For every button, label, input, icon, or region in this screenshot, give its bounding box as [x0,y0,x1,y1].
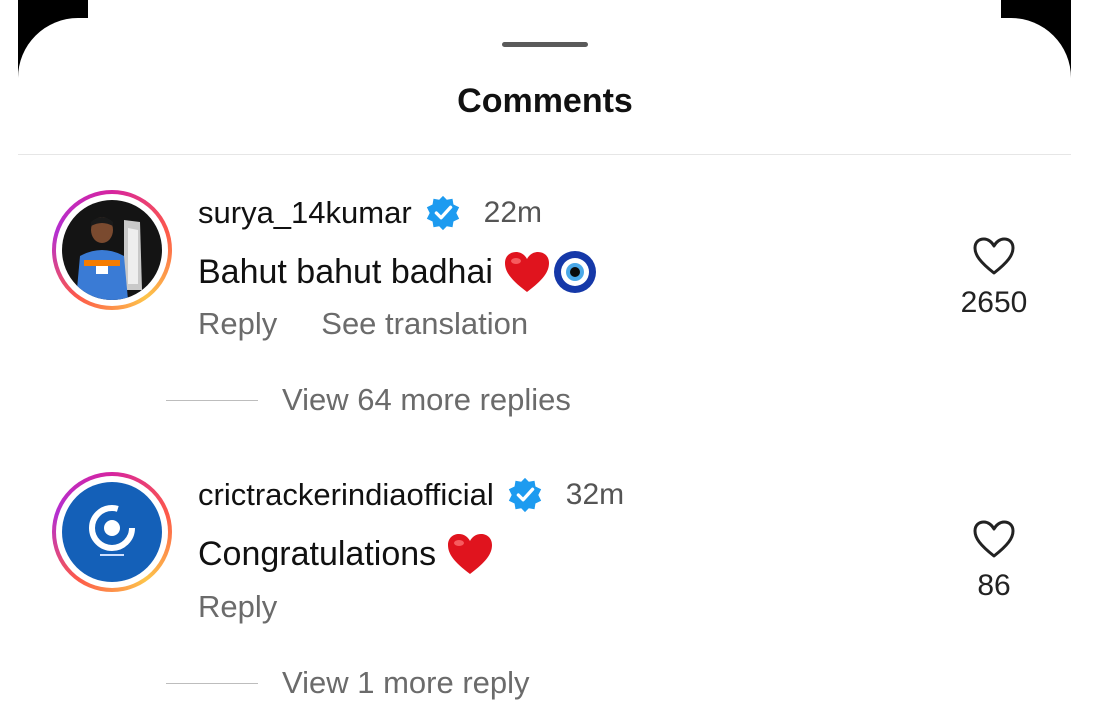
avatar-logo [62,482,162,582]
like-count: 86 [977,569,1011,602]
nazar-amulet-icon [553,251,596,293]
view-replies-label[interactable]: View 1 more reply [282,665,530,701]
verified-badge-icon [426,195,459,231]
view-replies-label[interactable]: View 64 more replies [282,382,571,418]
like-control: 2650 [944,236,1044,320]
red-heart-icon [448,534,493,574]
view-replies[interactable]: View 64 more replies [166,382,571,418]
comment-username[interactable]: surya_14kumar [198,195,412,231]
reply-button[interactable]: Reply [198,589,277,625]
red-heart-icon [504,252,549,292]
comment-text: Bahut bahut badhai [198,252,493,291]
replies-divider-line [166,399,258,401]
reply-button[interactable]: Reply [198,306,277,342]
avatar-photo [62,200,162,300]
comment-body: Bahut bahut badhai [198,250,597,294]
like-count: 2650 [960,286,1028,319]
sheet-title: Comments [457,82,633,120]
comments-sheet [18,18,1071,718]
comment-time: 32m [565,478,625,511]
comment-username[interactable]: crictrackerindiaofficial [198,477,494,513]
comment-text: Congratulations [198,534,437,573]
view-replies[interactable]: View 1 more reply [166,665,530,701]
comment-time: 22m [483,196,543,229]
see-translation-button[interactable]: See translation [321,306,528,342]
header-divider [18,154,1071,155]
avatar[interactable] [52,190,172,310]
comment-header: crictrackerindiaofficial 32m [198,476,624,514]
comment-actions: Reply See translation [198,306,572,342]
verified-badge-icon [508,477,541,513]
comment-header: surya_14kumar 22m [198,194,542,232]
like-control: 86 [944,519,1044,603]
avatar[interactable] [52,472,172,592]
heart-outline-icon[interactable] [972,519,1016,559]
replies-divider-line [166,682,258,684]
comment-body: Congratulations [198,532,494,576]
sheet-grabber-handle[interactable] [502,42,588,47]
heart-outline-icon[interactable] [972,236,1016,276]
comment-actions: Reply [198,589,321,625]
